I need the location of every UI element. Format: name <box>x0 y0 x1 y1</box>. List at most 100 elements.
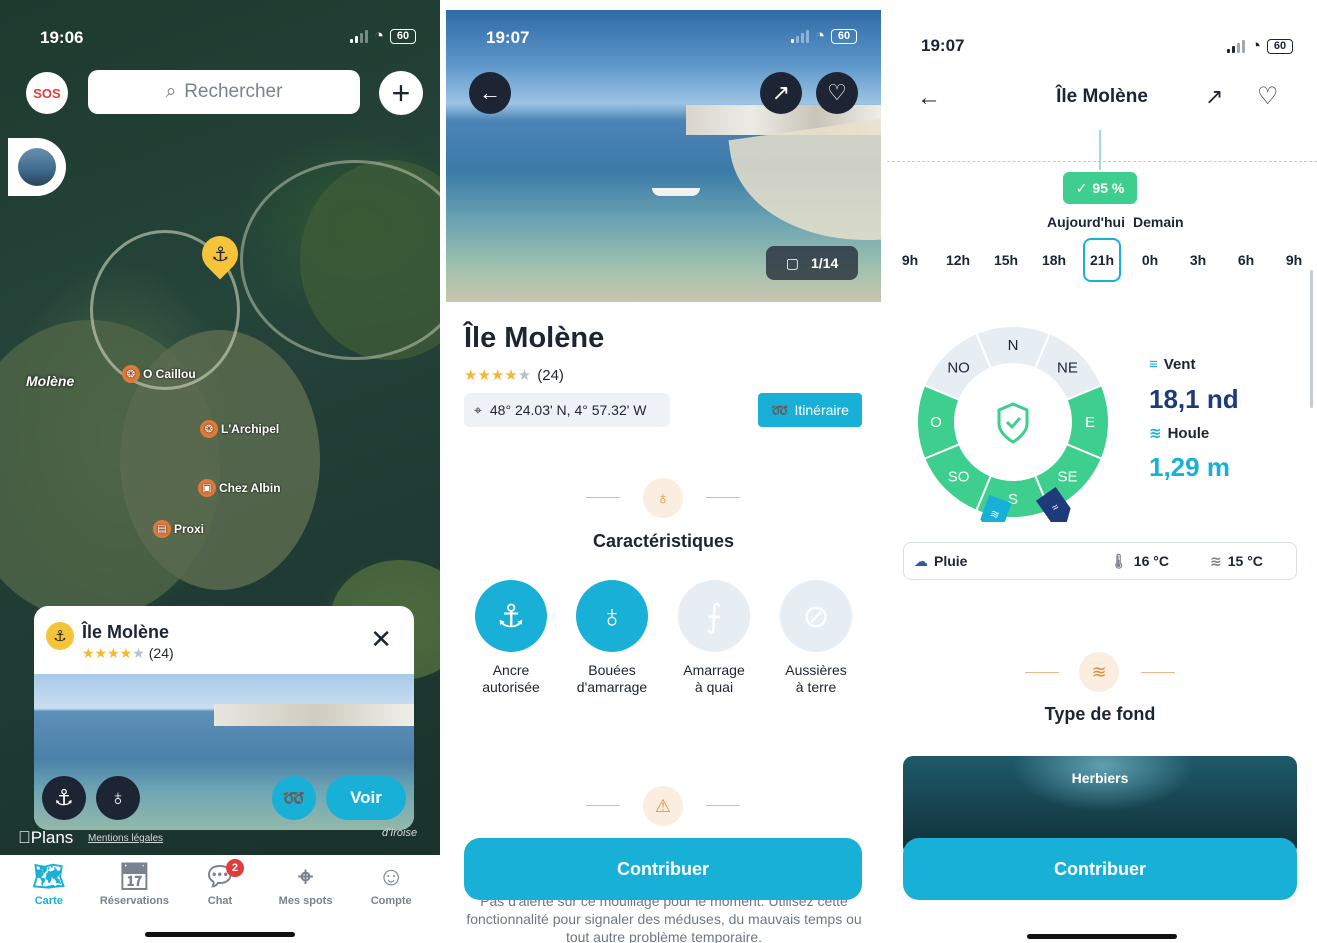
feature-anchor: ⚓ Ancre autorisée <box>461 580 561 696</box>
map-layer-button[interactable] <box>8 138 66 196</box>
poi-marker[interactable]: ❂ O Caillou <box>122 365 196 383</box>
battery-icon: 60 <box>390 28 416 44</box>
contribute-button[interactable]: Contribuer <box>464 838 862 900</box>
anchor-feature-icon: ⚓ <box>42 776 86 820</box>
hour-option[interactable]: 15h <box>987 238 1025 282</box>
tab-compte[interactable]: ☺ Compte <box>351 855 431 943</box>
anchor-icon: ⚓ <box>46 622 74 650</box>
features-title: Caractéristiques <box>592 531 735 551</box>
wifi-icon: ◔ <box>814 26 825 45</box>
back-button[interactable]: ← <box>469 72 511 114</box>
route-icon: ➿ <box>282 787 306 808</box>
coordinates-chip[interactable]: ⌖ 48° 24.03' N, 4° 57.32' W <box>464 393 670 427</box>
favorite-button[interactable]: ♡ <box>816 72 858 114</box>
hour-option[interactable]: 12h <box>939 238 977 282</box>
weather-bar: ☁ Pluie 🌡︎ 16 °C ≋ 15 °C <box>903 542 1297 580</box>
compass-label-so: SO <box>948 468 970 485</box>
swell-label: ≋ Houle <box>1149 424 1210 443</box>
tab-chat[interactable]: 💬︎ 2 Chat <box>180 855 260 943</box>
itinerary-button[interactable]: ➿ <box>272 776 316 820</box>
restaurant-icon: ❂ <box>200 420 218 438</box>
unread-badge: 2 <box>225 859 244 877</box>
thermometer-icon: 🌡︎ <box>1110 552 1128 569</box>
sos-button[interactable]: SOS <box>26 72 68 114</box>
legal-link[interactable]: Mentions légales <box>88 833 163 844</box>
shop-icon: ▣ <box>198 479 216 497</box>
wind-label: ≡ Vent <box>1149 356 1196 373</box>
dock-icon: ⨍ <box>678 580 750 652</box>
itinerary-button[interactable]: ➿ Itinéraire <box>758 393 862 427</box>
map-label: d'Iroise <box>382 827 418 839</box>
share-button[interactable]: ↗ <box>760 72 802 114</box>
warning-icon: ⚠ <box>643 786 683 826</box>
home-indicator <box>1027 934 1177 939</box>
hour-option[interactable]: 9h <box>891 238 929 282</box>
shield-check-icon: ✓ <box>1075 179 1088 196</box>
search-icon: ⌕ <box>165 81 177 102</box>
compass-label-e: E <box>1085 414 1095 431</box>
signal-icon <box>349 29 368 43</box>
scrollbar[interactable] <box>1310 270 1313 408</box>
share-icon[interactable]: ↗ <box>1205 84 1223 110</box>
buoy-feature-icon: ♁ <box>96 776 140 820</box>
waves-icon: ≋ <box>1149 425 1162 442</box>
anchor-icon: ⚓ <box>475 580 547 652</box>
voir-button[interactable]: Voir <box>326 776 406 820</box>
route-icon: ➿ <box>771 401 789 418</box>
compass-label-n: N <box>1008 337 1019 354</box>
hour-option[interactable]: 9h <box>1275 238 1313 282</box>
status-bar: 19:07 ◔ 60 <box>446 0 881 60</box>
hour-option[interactable]: 3h <box>1179 238 1217 282</box>
conditions-screen: 19:07 ◔ 60 ← Île Molène ↗ ♡ ✓ 95 % Aujour… <box>887 0 1317 943</box>
poi-marker[interactable]: ❂ L'Archipel <box>200 420 279 438</box>
battery-icon: 60 <box>1267 38 1293 54</box>
rain-cloud-icon: ☁ <box>914 552 928 569</box>
status-bar: 19:07 ◔ 60 <box>887 0 1317 60</box>
hour-option[interactable]: 18h <box>1035 238 1073 282</box>
bottom-type-label: Herbiers <box>1071 770 1129 786</box>
arrow-left-icon: ← <box>479 80 501 105</box>
tab-carte[interactable]: 🗺︎ Carte <box>9 855 89 943</box>
map-pin-icon: ⌖ <box>474 401 482 418</box>
poi-marker[interactable]: ▤ Proxi <box>153 520 204 538</box>
share-icon: ↗ <box>771 80 791 105</box>
restaurant-icon: ❂ <box>122 365 140 383</box>
pin-icon: ⌖ <box>298 861 313 891</box>
map-icon: 🗺︎ <box>32 861 66 891</box>
status-time: 19:06 <box>40 28 84 47</box>
apple-plans-logo: Plans <box>18 828 73 847</box>
camera-icon: ▢ <box>785 254 799 271</box>
wind-compass: NNEESESSOONO ≋ ≈ <box>916 325 1110 522</box>
buoy-icon: ♁ <box>576 580 648 652</box>
tab-bar: 🗺︎ Carte 📅︎ Réservations 💬︎ 2 Chat ⌖ Mes spot… <box>0 855 440 943</box>
feature-shore-lines: ⊘ Aussières à terre <box>766 580 866 696</box>
bottom-type-title: Type de fond <box>1044 704 1156 724</box>
contribute-button[interactable]: Contribuer <box>903 838 1297 900</box>
signal-icon <box>1226 39 1245 53</box>
calendar-icon: 📅︎ <box>117 861 151 891</box>
search-input[interactable]: ⌕ Rechercher <box>88 70 360 114</box>
poi-marker[interactable]: ▣ Chez Albin <box>198 479 281 497</box>
tab-reservations[interactable]: 📅︎ Réservations <box>94 855 174 943</box>
rating-stars[interactable]: ★★★★★ (24) <box>464 366 564 384</box>
wifi-icon: ◔ <box>373 26 384 45</box>
add-button[interactable]: + <box>379 71 423 115</box>
photo-counter[interactable]: ▢ 1/14 <box>766 246 858 280</box>
feature-dock: ⨍ Amarrage à quai <box>664 580 764 696</box>
close-icon[interactable]: ✕ <box>370 626 392 652</box>
waves-icon: ≋ <box>1079 652 1119 692</box>
hour-selector: 9h 12h 15h 18h 21h 0h 3h 6h 9h <box>887 238 1317 282</box>
buoy-icon: ♁ <box>643 478 683 518</box>
heart-icon[interactable]: ♡ <box>1257 82 1279 111</box>
home-indicator <box>145 932 295 937</box>
page-title: Île Molène <box>1056 86 1148 107</box>
hour-option[interactable]: 21h <box>1083 238 1121 282</box>
wind-value: 18,1 nd <box>1149 384 1239 414</box>
wind-icon: ≡ <box>1149 356 1158 373</box>
page-title: Île Molène <box>464 322 605 354</box>
hour-option[interactable]: 0h <box>1131 238 1169 282</box>
hour-option[interactable]: 6h <box>1227 238 1265 282</box>
compass-label-se: SE <box>1057 468 1077 485</box>
tab-mes-spots[interactable]: ⌖ Mes spots <box>266 855 346 943</box>
compass-label-ne: NE <box>1057 360 1078 377</box>
